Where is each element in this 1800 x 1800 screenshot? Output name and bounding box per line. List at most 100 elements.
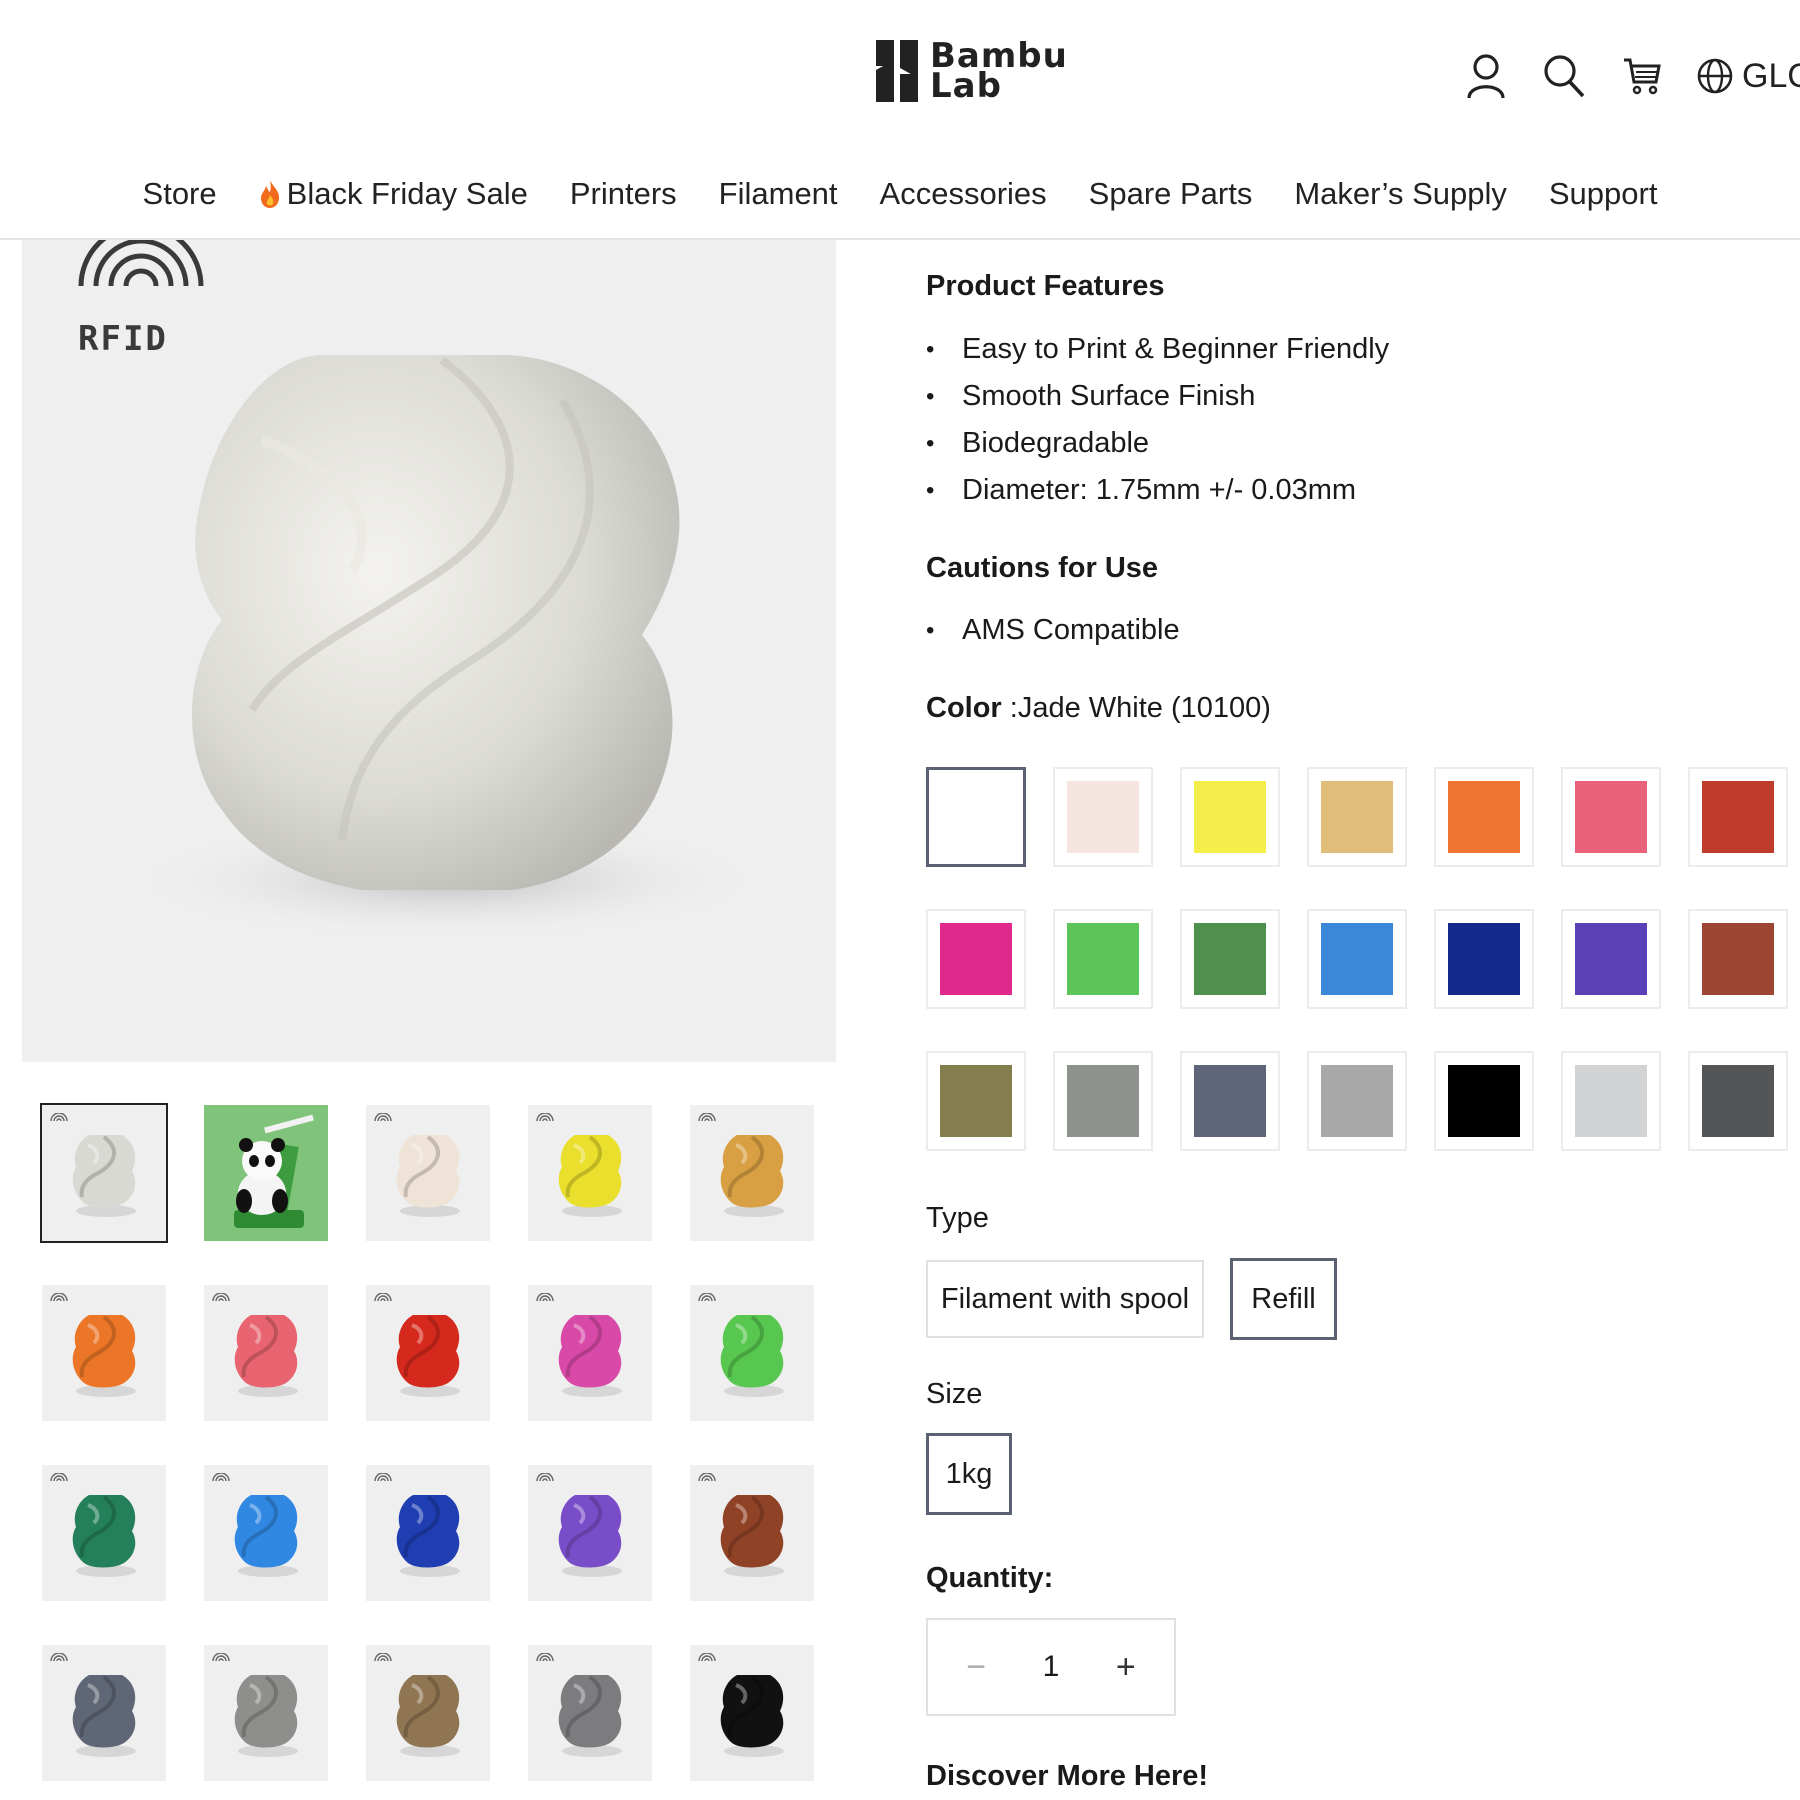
plus-icon: +: [1115, 1647, 1136, 1686]
swatch-fill: [1702, 781, 1774, 853]
main-product-image[interactable]: RFID: [22, 240, 836, 1062]
color-swatch[interactable]: [1434, 909, 1534, 1009]
features-title: Product Features: [926, 270, 1165, 302]
size-option-1kg[interactable]: 1kg: [926, 1433, 1012, 1515]
spiral-vase-icon: [72, 1675, 136, 1757]
spiral-vase-icon: [558, 1675, 622, 1757]
product-thumbnail[interactable]: [528, 1285, 652, 1421]
color-swatch[interactable]: [1688, 767, 1788, 867]
color-swatch[interactable]: [1561, 767, 1661, 867]
rfid-icon: [698, 1473, 716, 1482]
spiral-vase-icon: [396, 1495, 460, 1577]
product-thumbnail[interactable]: [528, 1645, 652, 1781]
color-swatch[interactable]: [1434, 767, 1534, 867]
rfid-icon: [50, 1653, 68, 1662]
product-thumbnail[interactable]: [42, 1285, 166, 1421]
product-thumbnail[interactable]: [690, 1645, 814, 1781]
spiral-vase-icon: [720, 1495, 784, 1577]
color-label-line: Color :Jade White (10100): [926, 692, 1271, 725]
discover-more-heading[interactable]: Discover More Here!: [926, 1760, 1208, 1793]
swatch-fill: [1575, 923, 1647, 995]
language-selector[interactable]: GLOBAL: [1696, 57, 1800, 96]
product-thumbnail[interactable]: [204, 1285, 328, 1421]
rfid-icon: [698, 1113, 716, 1122]
nav-item-printers[interactable]: Printers: [549, 176, 698, 212]
type-label: Type: [926, 1202, 989, 1234]
color-swatch[interactable]: [1053, 1051, 1153, 1151]
type-option-filament-with-spool[interactable]: Filament with spool: [926, 1260, 1204, 1338]
nav-item-maker-s-supply[interactable]: Maker’s Supply: [1273, 176, 1528, 212]
product-thumbnail[interactable]: [366, 1465, 490, 1601]
color-swatch[interactable]: [926, 909, 1026, 1009]
nav-item-store[interactable]: Store: [122, 176, 238, 212]
color-swatch[interactable]: [1434, 1051, 1534, 1151]
color-swatch[interactable]: [1561, 909, 1661, 1009]
spiral-vase-icon: [234, 1495, 298, 1577]
nav-item-spare-parts[interactable]: Spare Parts: [1068, 176, 1274, 212]
swatch-fill: [1702, 1065, 1774, 1137]
color-swatch[interactable]: [1307, 1051, 1407, 1151]
nav-item-label: Printers: [569, 176, 677, 211]
list-item: AMS Compatible: [926, 607, 1180, 654]
cart-icon[interactable]: [1618, 52, 1666, 100]
rfid-icon: [212, 1293, 230, 1302]
color-swatch[interactable]: [1180, 1051, 1280, 1151]
color-swatch[interactable]: [926, 767, 1026, 867]
product-thumbnail[interactable]: [528, 1105, 652, 1241]
decrease-quantity-button[interactable]: −: [946, 1637, 1006, 1697]
rfid-icon: [536, 1473, 554, 1482]
nav-item-label: Black Friday Sale: [286, 176, 528, 211]
swatch-fill: [1194, 1065, 1266, 1137]
product-thumbnail[interactable]: [690, 1105, 814, 1241]
color-swatch[interactable]: [1307, 909, 1407, 1009]
product-thumbnail[interactable]: [528, 1465, 652, 1601]
account-icon[interactable]: [1462, 52, 1510, 100]
quantity-value[interactable]: 1: [1043, 1650, 1060, 1684]
color-swatch[interactable]: [1180, 767, 1280, 867]
rfid-icon: [212, 1473, 230, 1482]
product-thumbnail[interactable]: [366, 1285, 490, 1421]
spiral-vase-icon: [72, 1315, 136, 1397]
color-swatch[interactable]: [926, 1051, 1026, 1151]
product-thumbnail[interactable]: [204, 1645, 328, 1781]
product-thumbnail[interactable]: [366, 1105, 490, 1241]
nav-item-support[interactable]: Support: [1528, 176, 1679, 212]
swatch-fill: [1194, 923, 1266, 995]
rfid-icon: [536, 1293, 554, 1302]
main-navigation: Store Black Friday Sale Printers Filament Ac…: [0, 176, 1800, 212]
product-thumbnail[interactable]: [690, 1285, 814, 1421]
swatch-fill: [1067, 1065, 1139, 1137]
color-swatch[interactable]: [1180, 909, 1280, 1009]
product-thumbnail[interactable]: [690, 1465, 814, 1601]
white-vase-illustration: [127, 355, 767, 940]
list-item: Diameter: 1.75mm +/- 0.03mm: [926, 467, 1389, 514]
swatch-fill: [1448, 781, 1520, 853]
product-thumbnail[interactable]: [42, 1465, 166, 1601]
product-thumbnail[interactable]: [42, 1645, 166, 1781]
product-thumbnail[interactable]: [204, 1465, 328, 1601]
spiral-vase-icon: [396, 1315, 460, 1397]
color-swatch[interactable]: [1688, 909, 1788, 1009]
nav-item-accessories[interactable]: Accessories: [859, 176, 1068, 212]
type-option-refill[interactable]: Refill: [1230, 1258, 1337, 1340]
color-swatch[interactable]: [1688, 1051, 1788, 1151]
search-icon[interactable]: [1540, 52, 1588, 100]
product-thumbnail[interactable]: [40, 1103, 168, 1243]
color-swatch[interactable]: [1307, 767, 1407, 867]
color-swatch[interactable]: [1561, 1051, 1661, 1151]
nav-item-filament[interactable]: Filament: [698, 176, 859, 212]
color-swatch[interactable]: [1053, 909, 1153, 1009]
increase-quantity-button[interactable]: +: [1096, 1637, 1156, 1697]
nav-item-label: Store: [142, 176, 217, 211]
swatch-fill: [1575, 1065, 1647, 1137]
nav-item-black-friday-sale[interactable]: Black Friday Sale: [238, 176, 549, 212]
swatch-fill: [1448, 923, 1520, 995]
size-label: Size: [926, 1378, 983, 1410]
list-item: Easy to Print & Beginner Friendly: [926, 326, 1389, 373]
logo-wordmark: Bambu Lab: [930, 39, 1068, 103]
swatch-fill: [1067, 781, 1139, 853]
bambu-lab-logo[interactable]: Bambu Lab: [876, 39, 1068, 103]
product-thumbnail[interactable]: [204, 1105, 328, 1241]
color-swatch[interactable]: [1053, 767, 1153, 867]
product-thumbnail[interactable]: [366, 1645, 490, 1781]
